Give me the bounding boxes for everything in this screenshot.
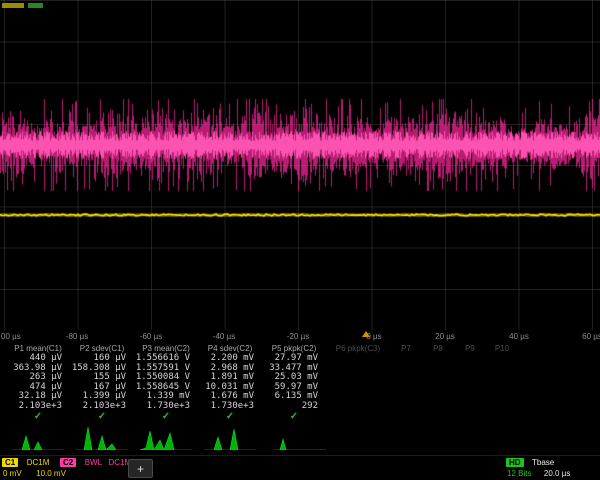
timebase-scale: 20.0 µs xyxy=(544,469,570,478)
hd-badge: HD xyxy=(506,458,524,467)
time-tick-label: 20 µs xyxy=(435,332,455,341)
histicon-p5 xyxy=(274,424,326,450)
waveform-canvas xyxy=(0,0,600,330)
measure-status-ok: ✓ xyxy=(262,411,326,423)
time-axis: 00 µs -80 µs -60 µs -40 µs -20 µs 0 µs 2… xyxy=(0,330,600,344)
time-tick-label: -80 µs xyxy=(66,332,88,341)
measure-value: 2.103e+3 xyxy=(70,402,134,412)
add-trace-button[interactable]: + xyxy=(128,459,153,478)
oscilloscope-screen: 00 µs -80 µs -60 µs -40 µs -20 µs 0 µs 2… xyxy=(0,0,600,480)
measure-status-ok: ✓ xyxy=(198,411,262,423)
c1-coupling: DC1M xyxy=(27,458,50,467)
timebase-descriptor[interactable]: HD Tbase 12 Bits 20.0 µs xyxy=(506,457,570,479)
measure-header-p7[interactable]: P7 xyxy=(390,344,422,354)
c1-scale: 10.0 mV xyxy=(36,469,66,478)
histicon-p2 xyxy=(76,424,128,450)
top-left-indicator-1 xyxy=(2,3,24,8)
histicon-p4 xyxy=(204,424,256,450)
measure-status-ok: ✓ xyxy=(134,411,198,423)
measure-value: 1.730e+3 xyxy=(198,402,262,412)
time-tick-label: 60 µs xyxy=(582,332,600,341)
histicon-p3 xyxy=(140,424,192,450)
time-tick-label: 00 µs xyxy=(1,332,21,341)
c2-chip[interactable]: C2 xyxy=(60,458,76,467)
time-tick-label: -20 µs xyxy=(287,332,309,341)
waveform-grid xyxy=(0,0,600,330)
histicon-row xyxy=(6,424,600,452)
c2-bwl: BWL xyxy=(85,458,102,467)
measure-status-ok: ✓ xyxy=(6,411,70,423)
measure-value: 2.103e+3 xyxy=(6,402,70,412)
bottom-bar: C1 DC1M 0 mV 10.0 mV C2 BWL DC1M + HD Tb… xyxy=(0,455,600,480)
measurement-table: P1 mean(C1) P2 sdev(C1) P3 mean(C2) P4 s… xyxy=(6,344,600,423)
trigger-position-marker[interactable] xyxy=(362,331,370,337)
channel1-descriptor[interactable]: C1 DC1M 0 mV 10.0 mV xyxy=(2,457,66,479)
histicon-p1 xyxy=(12,424,64,450)
time-tick-label: 40 µs xyxy=(509,332,529,341)
measure-header-p10[interactable]: P10 xyxy=(486,344,518,354)
measure-header-p9[interactable]: P9 xyxy=(454,344,486,354)
measure-status-row: ✓ ✓ ✓ ✓ ✓ xyxy=(6,411,600,423)
measure-value: 1.730e+3 xyxy=(134,402,198,412)
top-left-indicator-2 xyxy=(28,3,43,8)
time-tick-label: -60 µs xyxy=(140,332,162,341)
measure-row-num: 2.103e+3 2.103e+3 1.730e+3 1.730e+3 292 xyxy=(6,402,600,412)
measure-header-p6[interactable]: P6 pkpk(C3) xyxy=(326,344,390,354)
c1-offset: 0 mV xyxy=(3,469,22,478)
measure-status-ok: ✓ xyxy=(70,411,134,423)
time-tick-label: -40 µs xyxy=(213,332,235,341)
timebase-bits: 12 Bits xyxy=(507,469,531,478)
measure-header-p8[interactable]: P8 xyxy=(422,344,454,354)
channel2-descriptor[interactable]: C2 BWL DC1M xyxy=(60,457,131,468)
measure-value: 292 xyxy=(262,402,326,412)
c1-chip[interactable]: C1 xyxy=(2,458,18,467)
